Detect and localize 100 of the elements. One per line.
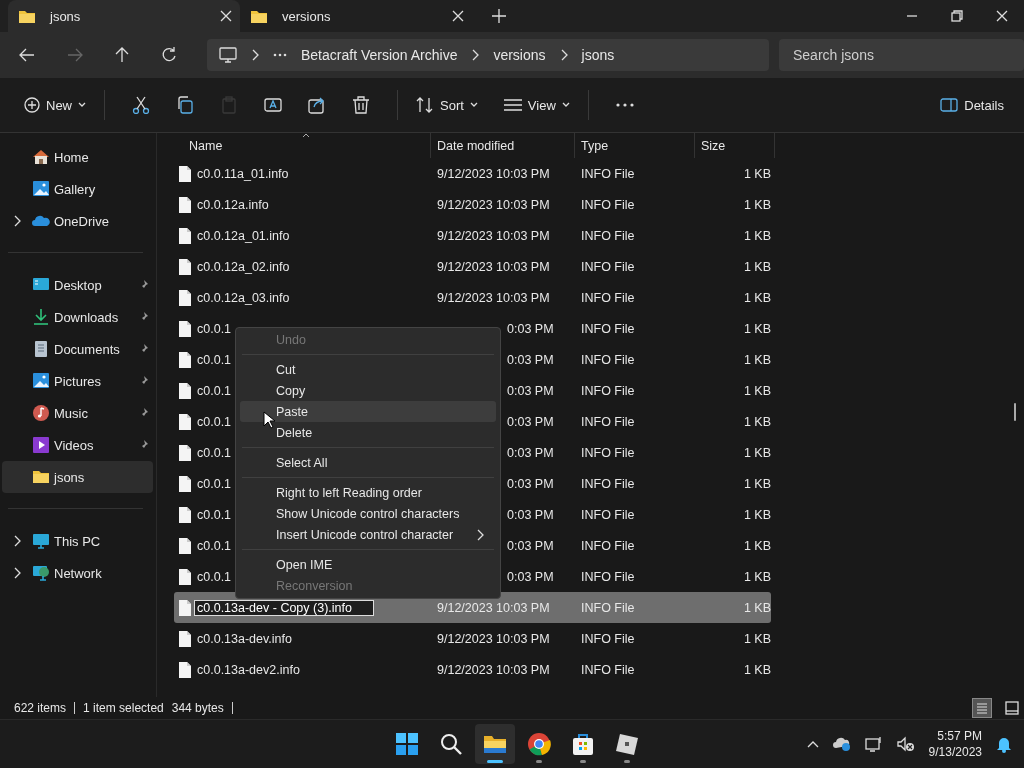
close-icon[interactable]	[220, 10, 232, 22]
shopping-bag-icon	[570, 731, 596, 757]
sidebar-item[interactable]: Desktop	[2, 269, 153, 301]
close-icon[interactable]	[996, 10, 1008, 22]
menu-item[interactable]: Cut	[240, 359, 496, 380]
sidebar-item[interactable]: Music	[2, 397, 153, 429]
sidebar-item[interactable]: Pictures	[2, 365, 153, 397]
caret-icon	[469, 102, 478, 108]
more-icon[interactable]	[615, 103, 634, 107]
menu-item[interactable]: Right to left Reading order	[240, 482, 496, 503]
file-icon	[178, 288, 192, 307]
file-row[interactable]: c0.0.12a_03.info 9/12/2023 10:03 PM INFO File 1 KB	[174, 282, 771, 313]
sort-icon	[416, 97, 434, 113]
file-icon	[178, 164, 192, 183]
scrollbar-thumb[interactable]	[1014, 403, 1016, 421]
sidebar-item[interactable]: Downloads	[2, 301, 153, 333]
table-cell: INFO File	[581, 259, 635, 274]
table-cell: c0.0.11a_01.info	[197, 166, 289, 181]
table-cell: 1 KB	[743, 414, 771, 429]
copy-icon[interactable]	[176, 96, 194, 114]
menu-item[interactable]: Select All	[240, 452, 496, 473]
table-cell: INFO File	[581, 662, 635, 677]
column-header[interactable]: Type	[575, 133, 695, 158]
table-cell: c0.0.1	[197, 569, 232, 584]
sidebar-item[interactable]: Videos	[2, 429, 153, 461]
tab[interactable]: versions	[240, 0, 472, 32]
file-icon	[178, 257, 192, 276]
folder-icon	[250, 8, 268, 24]
back-icon[interactable]	[19, 48, 35, 62]
table-cell: INFO File	[581, 166, 635, 181]
share-icon[interactable]	[308, 96, 326, 114]
menu-item[interactable]: Delete	[240, 422, 496, 443]
menu-item[interactable]: Copy	[240, 380, 496, 401]
sidebar-item[interactable]: Gallery	[2, 173, 153, 205]
clock[interactable]: 5:57 PM 9/13/2023	[928, 728, 982, 760]
menu-item[interactable]: Insert Unicode control character	[240, 524, 496, 545]
file-row[interactable]: c0.0.12a.info 9/12/2023 10:03 PM INFO File 1 KB	[174, 189, 771, 220]
up-icon[interactable]	[115, 47, 129, 63]
file-row[interactable]: c0.0.12a_01.info 9/12/2023 10:03 PM INFO File 1 KB	[174, 220, 771, 251]
new-button[interactable]: New	[20, 91, 90, 119]
table-cell: 1 KB	[743, 445, 771, 460]
home-icon	[32, 148, 50, 166]
table-cell: 9/12/2023 10:03 PM	[437, 166, 550, 181]
table-cell: 1 KB	[743, 166, 771, 181]
sidebar-item[interactable]: Home	[2, 141, 153, 173]
network-icon[interactable]	[864, 736, 883, 752]
details-button[interactable]: Details	[936, 91, 1008, 119]
sidebar-item[interactable]: Network	[2, 557, 153, 589]
column-header[interactable]: Date modified	[431, 133, 575, 158]
breadcrumb-item[interactable]: jsons	[581, 47, 615, 63]
rename-icon[interactable]	[264, 96, 282, 114]
table-cell: 1 KB	[743, 290, 771, 305]
scissors-icon[interactable]	[132, 96, 150, 114]
rename-field[interactable]: c0.0.13a-dev - Copy (3).info	[194, 599, 374, 616]
table-cell: 0:03 PM	[507, 445, 554, 460]
chevron-icon[interactable]	[13, 215, 21, 227]
cloud-icon[interactable]	[832, 737, 851, 751]
sidebar-item[interactable]: Documents	[2, 333, 153, 365]
column-header[interactable]: Name	[174, 133, 431, 158]
table-cell: 1 KB	[743, 476, 771, 491]
more-icon[interactable]	[273, 53, 287, 57]
menu-item[interactable]: Paste	[240, 401, 496, 422]
details-view-icon[interactable]	[972, 698, 992, 718]
file-row[interactable]: c0.0.13a-dev2.info 9/12/2023 10:03 PM INFO File 1 KB	[174, 654, 771, 685]
sidebar-item[interactable]: jsons	[2, 461, 153, 493]
menu-item[interactable]: Show Unicode control characters	[240, 503, 496, 524]
table-cell: INFO File	[581, 600, 635, 615]
breadcrumb-item[interactable]: versions	[493, 47, 546, 63]
address-bar[interactable]: Betacraft Version Archive versions jsons	[207, 39, 769, 71]
refresh-icon[interactable]	[161, 47, 177, 63]
sidebar-item[interactable]: This PC	[2, 525, 153, 557]
bell-icon[interactable]	[996, 735, 1012, 753]
file-row[interactable]: c0.0.13a-dev.info 9/12/2023 10:03 PM INFO File 1 KB	[174, 623, 771, 654]
table-cell: INFO File	[581, 414, 635, 429]
computer-icon	[219, 47, 237, 63]
table-cell: INFO File	[581, 507, 635, 522]
document-icon	[32, 340, 50, 358]
tab[interactable]: jsons	[8, 0, 240, 32]
status-text: 344 bytes	[171, 701, 224, 715]
chevron-icon[interactable]	[13, 567, 21, 579]
chevron-icon[interactable]	[13, 535, 21, 547]
sidebar-item[interactable]: OneDrive	[2, 205, 153, 237]
taskbar-app[interactable]	[475, 724, 515, 764]
search-field[interactable]: Search jsons	[779, 39, 1024, 71]
close-icon[interactable]	[452, 10, 464, 22]
forward-icon	[67, 48, 83, 62]
file-row[interactable]: c0.0.11a_01.info 9/12/2023 10:03 PM INFO File 1 KB	[174, 158, 771, 189]
menu-item[interactable]: Open IME	[240, 554, 496, 575]
new-tab-icon[interactable]	[492, 9, 506, 23]
breadcrumb-item[interactable]: Betacraft Version Archive	[301, 47, 458, 63]
column-header[interactable]: Size	[695, 133, 775, 158]
picture-icon	[32, 180, 50, 198]
chevron-up-icon[interactable]	[806, 740, 819, 748]
speaker-muted-icon[interactable]	[896, 736, 915, 752]
restore-icon[interactable]	[951, 10, 963, 22]
view-button[interactable]: View	[499, 91, 574, 119]
sort-button[interactable]: Sort	[412, 91, 482, 119]
file-row[interactable]: c0.0.12a_02.info 9/12/2023 10:03 PM INFO File 1 KB	[174, 251, 771, 282]
tiles-view-icon[interactable]	[1002, 698, 1022, 718]
trash-icon[interactable]	[352, 96, 370, 114]
